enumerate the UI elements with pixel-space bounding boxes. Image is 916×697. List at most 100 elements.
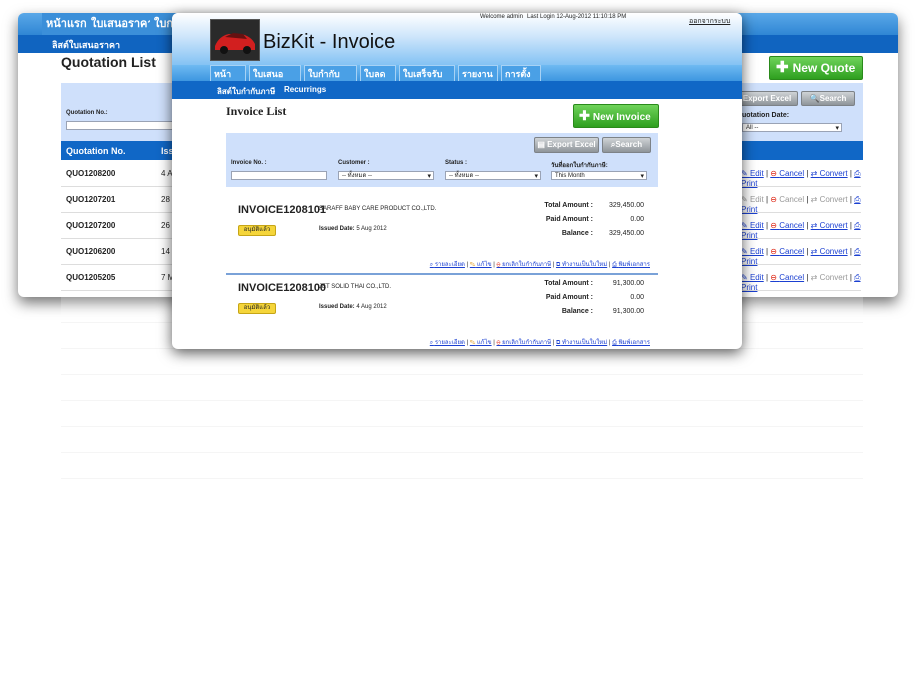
cancel-link[interactable]: ⊖ Cancel [770,247,804,256]
cancel-invoice-label: ยกเลิกใบกำกับภาษี [502,340,552,346]
nav-invoice[interactable]: ใบกำกับภาษี [304,65,357,95]
cancel-icon: ⊖ [770,273,777,282]
quotation-no-label: Quotation No.: [66,110,108,116]
search-button[interactable]: ⌕Search [602,137,651,153]
edit-label: Edit [749,273,764,282]
nav-report[interactable]: รายงาน [458,65,498,81]
export-excel-button[interactable]: ▤ Export Excel [534,137,599,153]
edit-link[interactable]: ✎ แก้ไข [470,340,492,346]
cancel-link[interactable]: ⊖ Cancel [770,221,804,230]
new-invoice-button[interactable]: ✚ New Invoice [573,104,659,128]
quotation-no[interactable]: QUO1206200 [66,247,115,256]
quotation-page-title: Quotation List [61,54,156,70]
paid-amount-label: Paid Amount : [545,216,593,223]
edit-label: แก้ไข [476,262,492,268]
total-amount-value: 329,450.00 [608,202,644,209]
quotation-no[interactable]: QUO1208200 [66,169,115,178]
issue-date-select[interactable]: This Month [551,171,647,181]
customer-select[interactable]: -- ทั้งหมด -- [338,171,434,181]
edit-label: Edit [749,169,764,178]
issued-date: Issued Date: 4 Aug 2012 [319,304,387,310]
subnav-invoice-list[interactable]: ลิสต์ใบกำกับภาษี [217,85,275,98]
new-quote-label: New Quote [792,61,856,75]
print-link[interactable]: ⎙ พิมพ์เอกสาร [612,262,650,268]
balance-value: 329,450.00 [608,230,644,237]
cancel-link[interactable]: ⊖ Cancel [770,273,804,282]
status-label: Status : [445,160,468,166]
nav-credit-note[interactable]: ใบลดหนี้ [360,65,396,95]
magnifier-icon: ⌕ [429,262,434,268]
cancel-label: Cancel [779,273,805,282]
convert-link[interactable]: ⇄ Convert [811,273,848,282]
quotation-date-select[interactable]: All -- [742,123,842,133]
nav-quotation[interactable]: ใบเสนอราคา [249,65,301,95]
invoice-no-input[interactable] [231,171,327,180]
cancel-invoice-link[interactable]: ⊖ ยกเลิกใบกำกับภาษี [496,340,551,346]
quotation-no[interactable]: QUO1205205 [66,273,115,282]
copy-icon: ⧉ [555,340,561,346]
details-label: รายละเอียด [434,262,465,268]
cancel-invoice-link[interactable]: ⊖ ยกเลิกใบกำกับภาษี [496,262,551,268]
duplicate-link[interactable]: ⧉ ทำงานเป็นใบใหม่ [556,262,607,268]
col-quotation-no: Quotation No. [66,146,126,156]
last-login-text: Last Login 12-Aug-2012 11:10:18 PM [527,14,627,20]
total-amount-label: Total Amount : [544,280,593,287]
convert-link[interactable]: ⇄ Convert [811,169,848,178]
quotation-issued: 4 A [161,169,173,178]
nav-settings[interactable]: การตั้งค่า [501,65,541,95]
edit-link[interactable]: ✎ Edit [741,169,764,178]
quotation-no[interactable]: QUO1207200 [66,221,115,230]
copy-icon: ⧉ [555,262,561,268]
convert-link[interactable]: ⇄ Convert [811,195,848,204]
quotation-no[interactable]: QUO1207201 [66,195,115,204]
cancel-icon: ⊖ [770,195,777,204]
duplicate-label: ทำงานเป็นใบใหม่ [561,262,608,268]
status-select-value: -- ทั้งหมด -- [449,173,480,179]
cancel-link[interactable]: ⊖ Cancel [770,195,804,204]
paid-amount-value: 0.00 [630,294,644,301]
edit-link[interactable]: ✎ Edit [741,273,764,282]
back-export-label: Export Excel [742,94,792,103]
edit-link[interactable]: ✎ แก้ไข [470,262,492,268]
back-export-excel-button[interactable]: Export Excel [736,91,798,106]
convert-link[interactable]: ⇄ Convert [811,247,848,256]
edit-label: Edit [749,247,764,256]
edit-link[interactable]: ✎ Edit [741,247,764,256]
paid-amount-label: Paid Amount : [545,294,593,301]
logout-link[interactable]: ออกจากระบบ [689,16,730,27]
new-quote-button[interactable]: ✚ New Quote [769,56,863,80]
invoice-actions: ⌕ รายละเอียด | ✎ แก้ไข | ⊖ ยกเลิกใบกำกับ… [429,262,650,268]
quotation-issued: 26 [161,221,170,230]
customer-select-value: -- ทั้งหมด -- [342,173,373,179]
print-link[interactable]: ⎙ พิมพ์เอกสาร [612,340,650,346]
edit-link[interactable]: ✎ Edit [741,195,764,204]
nav-home[interactable]: หน้าแรก [210,65,246,95]
back-nav-home[interactable]: หน้าแรก [42,13,92,35]
issue-date-label: วันที่ออกใบกำกับภาษี: [551,163,608,169]
invoice-number[interactable]: INVOICE1208100 [238,282,326,294]
printer-icon: ⎙ [612,340,617,346]
plus-icon: ✚ [776,59,789,76]
back-nav-quotation[interactable]: ใบเสนอราคา [87,13,159,35]
issued-date-value: 5 Aug 2012 [356,226,387,232]
edit-link[interactable]: ✎ Edit [741,221,764,230]
issued-date-value: 4 Aug 2012 [356,304,387,310]
invoice-customer: SARAFF BABY CARE PRODUCT CO.,LTD. [319,206,437,212]
nav-receipt[interactable]: ใบเสร็จรับเงิน [399,65,455,95]
convert-label: Convert [819,273,848,282]
convert-link[interactable]: ⇄ Convert [811,221,848,230]
search-label: Search [615,140,643,149]
status-select[interactable]: -- ทั้งหมด -- [445,171,541,181]
cancel-label: Cancel [779,221,805,230]
details-link[interactable]: ⌕ รายละเอียด [430,340,465,346]
subnav-recurrings[interactable]: Recurrings [284,85,326,94]
invoice-number[interactable]: INVOICE1208101 [238,204,326,216]
quotation-no-input[interactable] [66,121,176,130]
details-link[interactable]: ⌕ รายละเอียด [430,262,465,268]
issued-date-label: Issued Date: [319,226,355,232]
cancel-link[interactable]: ⊖ Cancel [770,169,804,178]
duplicate-link[interactable]: ⧉ ทำงานเป็นใบใหม่ [556,340,607,346]
back-subnav-quotation-list[interactable]: ลิสต์ใบเสนอราคา [52,38,120,52]
back-search-button[interactable]: 🔍Search [801,91,855,106]
print-label: พิมพ์เอกสาร [618,340,650,346]
